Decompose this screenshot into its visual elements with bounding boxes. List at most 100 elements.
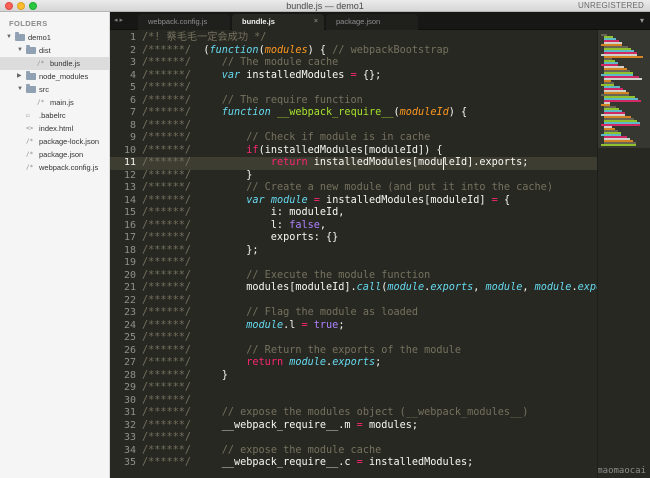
line-number: 12 bbox=[123, 169, 136, 181]
file-icon: /* bbox=[26, 164, 34, 171]
code-token: __webpack_require__ bbox=[276, 107, 394, 118]
tree-item-dist[interactable]: ▼ dist bbox=[0, 44, 109, 57]
code-token: /******/ bbox=[142, 144, 198, 156]
code-token: .l bbox=[283, 319, 302, 331]
line-number: 6 bbox=[129, 94, 136, 106]
code-token: var bbox=[246, 194, 265, 206]
code-token: /******/ bbox=[142, 294, 192, 306]
line-number: 7 bbox=[129, 107, 136, 118]
tree-item-webpack-config-js[interactable]: /* webpack.config.js bbox=[0, 161, 109, 174]
tree-item-main-js[interactable]: /* main.js bbox=[0, 96, 109, 109]
tree-item-label: index.html bbox=[39, 124, 74, 133]
tab-package-json[interactable]: package.json bbox=[326, 14, 418, 30]
file-icon: /* bbox=[37, 99, 45, 106]
line-number-gutter: 1 2 3 4 5 6 7 8 9 10 11 12 13 14 15 16 17 18 19 20 21 22 23 24 2… bbox=[110, 30, 138, 478]
code-token: (installedModules[moduleId]) { bbox=[258, 144, 443, 156]
code-line: /******/ bbox=[142, 382, 191, 395]
code-token: // Check if module is in cache bbox=[246, 132, 431, 143]
tree-item-babelrc[interactable]: ▭ .babelrc bbox=[0, 109, 109, 122]
code-token: /******/ bbox=[142, 107, 198, 118]
tree-item-bundle-js[interactable]: /* bundle.js bbox=[0, 57, 109, 70]
minimap-line bbox=[601, 144, 636, 146]
code-token: /******/ bbox=[142, 394, 192, 406]
line-number: 27 bbox=[123, 357, 136, 368]
code-token: /******/ bbox=[142, 232, 198, 243]
line-number: 5 bbox=[129, 82, 136, 93]
tab-dropdown-icon[interactable]: ▾ bbox=[640, 12, 644, 30]
code-token: /******/ bbox=[142, 194, 198, 206]
code-token: /******/ bbox=[142, 157, 198, 168]
code-line: /******/ // Create a new module (and put… bbox=[142, 182, 553, 195]
disclosure-collapsed-icon[interactable]: ▶ bbox=[17, 70, 25, 83]
window-title: bundle.js — demo1 bbox=[286, 1, 364, 11]
code-token: /******/ bbox=[142, 169, 198, 181]
folder-icon bbox=[26, 71, 36, 80]
minimap[interactable]: https://blog.csdn.net/caimaomaocai bbox=[597, 30, 650, 478]
code-token: /******/ bbox=[142, 82, 192, 93]
tree-item-label: webpack.config.js bbox=[39, 163, 99, 172]
line-number: 32 bbox=[123, 419, 136, 431]
tab-bundle-js[interactable]: bundle.js × bbox=[232, 14, 324, 30]
code-line: /******/ l: false, bbox=[142, 220, 326, 233]
code-line: /******/ } bbox=[142, 170, 252, 183]
tree-item-label: .babelrc bbox=[39, 111, 66, 120]
code-line: /******/ bbox=[142, 295, 191, 308]
tree-item-demo1[interactable]: ▼ demo1 bbox=[0, 31, 109, 44]
tree-item-src[interactable]: ▼ src bbox=[0, 83, 109, 96]
tab-webpack-config-js[interactable]: webpack.config.js bbox=[138, 14, 230, 30]
code-token: /******/ bbox=[142, 457, 198, 468]
code-token: /******/ bbox=[142, 269, 198, 281]
line-number: 23 bbox=[123, 307, 136, 318]
tab-nav-arrows[interactable]: ◂ ▸ bbox=[114, 12, 123, 30]
line-number: 34 bbox=[123, 444, 136, 456]
code-line: /******/ var installedModules = {}; bbox=[142, 70, 381, 83]
code-token: module bbox=[387, 282, 425, 293]
tree-item-index-html[interactable]: <> index.html bbox=[0, 122, 109, 135]
watermark-text: https://blog.csdn.net/caimaomaocai bbox=[597, 466, 646, 476]
code-line: /******/ // expose the modules object (_… bbox=[142, 407, 528, 420]
tab-close-icon[interactable]: × bbox=[314, 14, 318, 30]
tab-label: webpack.config.js bbox=[148, 17, 208, 26]
tree-item-package-lock-json[interactable]: /* package-lock.json bbox=[0, 135, 109, 148]
code-token: // webpackBootstrap bbox=[332, 44, 449, 56]
code-token: // Execute the module function bbox=[246, 269, 431, 281]
code-line: /******/ var module = installedModules[m… bbox=[142, 195, 510, 208]
file-icon: /* bbox=[37, 60, 45, 67]
code-token: // The module cache bbox=[221, 57, 339, 68]
code-line: /******/ __webpack_require__.m = modules… bbox=[142, 420, 418, 433]
tree-item-node-modules[interactable]: ▶ node_modules bbox=[0, 70, 109, 83]
code-token: ) { bbox=[448, 107, 468, 118]
line-number: 8 bbox=[129, 119, 136, 131]
code-line: /******/ bbox=[142, 82, 191, 95]
line-number: 21 bbox=[123, 282, 136, 293]
line-number: 18 bbox=[123, 244, 136, 256]
code-token: /******/ bbox=[142, 419, 198, 431]
code-editor[interactable]: 1 2 3 4 5 6 7 8 9 10 11 12 13 14 15 16 17 18 19 20 21 22 23 24 2… bbox=[110, 30, 597, 478]
code-token: /******/ bbox=[142, 319, 198, 331]
disclosure-expanded-icon[interactable]: ▼ bbox=[17, 83, 25, 96]
disclosure-expanded-icon[interactable]: ▼ bbox=[17, 44, 25, 57]
code-token: modules[moduleId]. bbox=[197, 282, 357, 293]
line-number: 24 bbox=[123, 319, 136, 331]
file-icon: <> bbox=[26, 125, 34, 132]
code-line: /******/ module.l = true; bbox=[142, 320, 344, 333]
code-token: installedModules bbox=[240, 69, 351, 81]
file-icon: /* bbox=[26, 138, 34, 145]
line-number: 14 bbox=[123, 194, 136, 206]
disclosure-expanded-icon[interactable]: ▼ bbox=[6, 31, 14, 44]
code-token: module bbox=[534, 282, 572, 293]
code-text[interactable]: /*! 蔡毛毛一定会成功 *//******/ (function(module… bbox=[142, 30, 597, 478]
tab-label: package.json bbox=[336, 17, 381, 26]
code-line: /******/ exports: {} bbox=[142, 232, 338, 245]
tree-item-package-json[interactable]: /* package.json bbox=[0, 148, 109, 161]
license-status: UNREGISTERED bbox=[578, 1, 644, 10]
code-token: /*! 蔡毛毛一定会成功 */ bbox=[142, 32, 267, 43]
line-number: 30 bbox=[123, 394, 136, 406]
